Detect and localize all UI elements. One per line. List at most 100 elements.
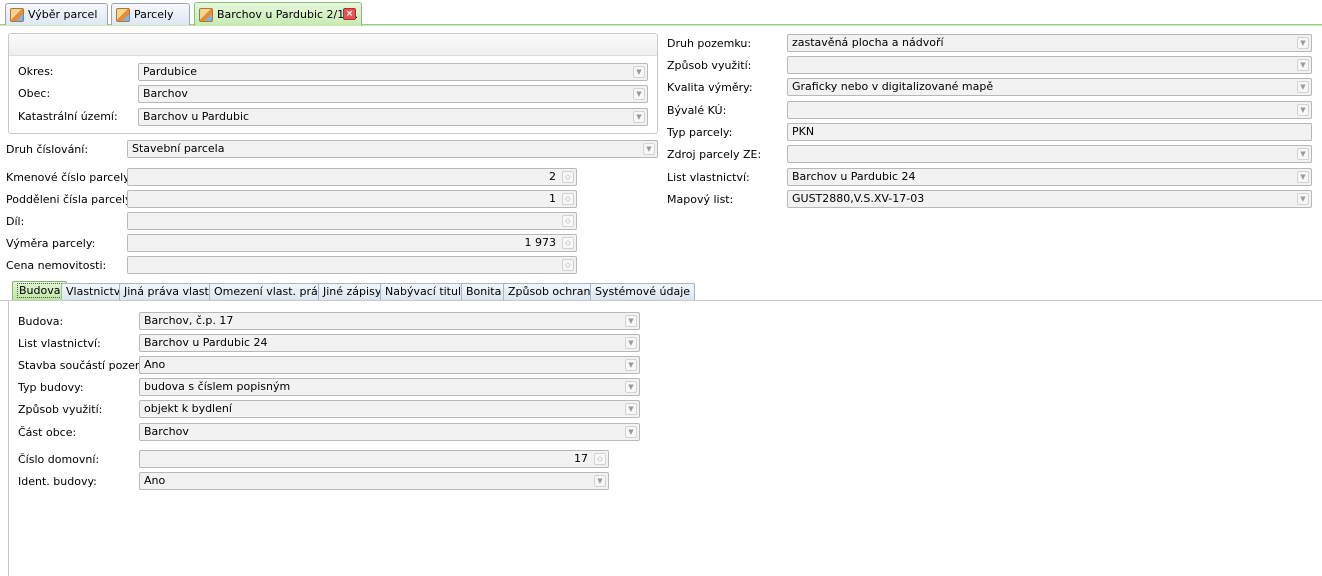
tab-systemove-udaje[interactable]: Systémové údaje [590, 283, 696, 301]
chevron-down-icon[interactable]: ▼ [625, 315, 637, 327]
chevron-down-icon[interactable]: ▼ [1297, 193, 1309, 205]
dil-label: Díl: [6, 215, 25, 228]
kvalita-combo[interactable]: Graficky nebo v digitalizované mapě ▼ [787, 78, 1312, 96]
chevron-down-icon[interactable]: ▼ [643, 143, 655, 155]
tab-label: Nabývací tituly [385, 285, 468, 298]
cena-input[interactable]: ◇ [127, 256, 577, 274]
table-icon [116, 7, 130, 22]
cislo-domovni-label: Číslo domovní: [18, 453, 100, 466]
tab-jina-prava[interactable]: Jiná práva vlast. [119, 283, 218, 301]
okres-value: Pardubice [143, 65, 198, 78]
spinner-icon[interactable]: ◇ [562, 171, 574, 183]
tab-label: Výběr parcel [28, 8, 98, 21]
cast-obce-value: Barchov [144, 425, 189, 438]
typ-budovy-combo[interactable]: budova s číslem popisným ▼ [139, 378, 640, 396]
tab-barchov-detail[interactable]: Barchov u Pardubic 2/1 ... × [194, 2, 362, 26]
ident-combo[interactable]: Ano ▼ [139, 472, 609, 490]
spinner-icon[interactable]: ◇ [562, 193, 574, 205]
vymera-label: Výměra parcely: [6, 237, 96, 250]
tab-jine-zapisy[interactable]: Jiné zápisy [318, 283, 387, 301]
table-icon [10, 7, 24, 22]
zpusob-vyuziti-combo[interactable]: ▼ [787, 56, 1312, 74]
typ-budovy-value: budova s číslem popisným [144, 380, 291, 393]
cislo-domovni-input[interactable]: 17 ◇ [139, 450, 609, 468]
tab-content-left-border [8, 301, 9, 576]
byvale-ku-combo[interactable]: ▼ [787, 101, 1312, 119]
chevron-down-icon[interactable]: ▼ [1297, 59, 1309, 71]
tab-parcely[interactable]: Parcely [111, 3, 190, 25]
druh-pozemku-label: Druh pozemku: [667, 37, 752, 50]
tab-vyber-parcel[interactable]: Výběr parcel [5, 3, 108, 25]
typ-parcely-value: PKN [792, 125, 815, 138]
spinner-icon[interactable]: ◇ [562, 215, 574, 227]
spinner-icon[interactable]: ◇ [562, 237, 574, 249]
tab-budova[interactable]: Budova [12, 281, 68, 301]
chevron-down-icon[interactable]: ▼ [625, 381, 637, 393]
chevron-down-icon[interactable]: ▼ [594, 475, 606, 487]
druh-cislovani-value: Stavební parcela [132, 142, 225, 155]
chevron-down-icon[interactable]: ▼ [1297, 104, 1309, 116]
chevron-down-icon[interactable]: ▼ [633, 111, 645, 123]
druh-cislovani-combo[interactable]: Stavební parcela ▼ [127, 140, 658, 158]
tab-nabyvaci-tituly[interactable]: Nabývací tituly [380, 283, 473, 301]
chevron-down-icon[interactable]: ▼ [1297, 171, 1309, 183]
chevron-down-icon[interactable]: ▼ [625, 359, 637, 371]
vymera-input[interactable]: 1 973 ◇ [127, 234, 577, 252]
tab-zpusob-ochrany[interactable]: Způsob ochrany [503, 283, 602, 301]
druh-pozemku-combo[interactable]: zastavěná plocha a nádvoří ▼ [787, 34, 1312, 52]
spinner-icon[interactable]: ◇ [594, 453, 606, 465]
tab-label: Budova [17, 283, 63, 298]
ku-label: Katastrální území: [18, 110, 118, 123]
zdroj-combo[interactable]: ▼ [787, 145, 1312, 163]
chevron-down-icon[interactable]: ▼ [633, 88, 645, 100]
budova-label: Budova: [18, 315, 64, 328]
budova-lv-label: List vlastnictví: [18, 337, 101, 350]
poddeleni-input[interactable]: 1 ◇ [127, 190, 577, 208]
stavba-combo[interactable]: Ano ▼ [139, 356, 640, 374]
okres-combo[interactable]: Pardubice ▼ [138, 63, 648, 81]
kmenove-label: Kmenové číslo parcely: [6, 171, 133, 184]
cast-obce-combo[interactable]: Barchov ▼ [139, 423, 640, 441]
table-icon [199, 7, 213, 22]
tab-label: Omezení vlast. práva [214, 285, 332, 298]
list-vlastnictvi-combo[interactable]: Barchov u Pardubic 24 ▼ [787, 168, 1312, 186]
okres-label: Okres: [18, 65, 54, 78]
tab-content-border [0, 300, 1322, 301]
chevron-down-icon[interactable]: ▼ [1297, 37, 1309, 49]
obec-combo[interactable]: Barchov ▼ [138, 85, 648, 103]
budova-lv-combo[interactable]: Barchov u Pardubic 24 ▼ [139, 334, 640, 352]
chevron-down-icon[interactable]: ▼ [1297, 148, 1309, 160]
list-vlastnictvi-value: Barchov u Pardubic 24 [792, 170, 916, 183]
tab-label: Systémové údaje [595, 285, 691, 298]
panel-header [9, 34, 657, 56]
budova-combo[interactable]: Barchov, č.p. 17 ▼ [139, 312, 640, 330]
tab-label: Barchov u Pardubic 2/1 ... [217, 8, 359, 21]
chevron-down-icon[interactable]: ▼ [625, 426, 637, 438]
tab-label: Bonita [466, 285, 502, 298]
budova-zpusob-combo[interactable]: objekt k bydlení ▼ [139, 400, 640, 418]
mapovy-list-combo[interactable]: GUST2880,V.S.XV-17-03 ▼ [787, 190, 1312, 208]
ku-combo[interactable]: Barchov u Pardubic ▼ [138, 108, 648, 126]
close-icon[interactable]: × [343, 8, 356, 20]
chevron-down-icon[interactable]: ▼ [625, 403, 637, 415]
dil-input[interactable]: ◇ [127, 212, 577, 230]
chevron-down-icon[interactable]: ▼ [1297, 81, 1309, 93]
druh-pozemku-value: zastavěná plocha a nádvoří [792, 36, 944, 49]
budova-zpusob-label: Způsob využití: [18, 403, 103, 416]
mapovy-list-label: Mapový list: [667, 193, 734, 206]
tab-bonita[interactable]: Bonita [461, 283, 507, 301]
stavba-value: Ano [144, 358, 166, 371]
chevron-down-icon[interactable]: ▼ [625, 337, 637, 349]
typ-parcely-field[interactable]: PKN [787, 123, 1312, 141]
tab-omezeni[interactable]: Omezení vlast. práva [209, 283, 337, 301]
tab-label: Vlastnictví [66, 285, 124, 298]
list-vlastnictvi-label: List vlastnictví: [667, 171, 750, 184]
mapovy-list-value: GUST2880,V.S.XV-17-03 [792, 192, 925, 205]
obec-label: Obec: [18, 87, 51, 100]
kvalita-value: Graficky nebo v digitalizované mapě [792, 80, 994, 93]
spinner-icon[interactable]: ◇ [562, 259, 574, 271]
poddeleni-value: 1 [549, 192, 556, 205]
druh-cislovani-label: Druh číslování: [6, 143, 89, 156]
kmenove-input[interactable]: 2 ◇ [127, 168, 577, 186]
chevron-down-icon[interactable]: ▼ [633, 66, 645, 78]
